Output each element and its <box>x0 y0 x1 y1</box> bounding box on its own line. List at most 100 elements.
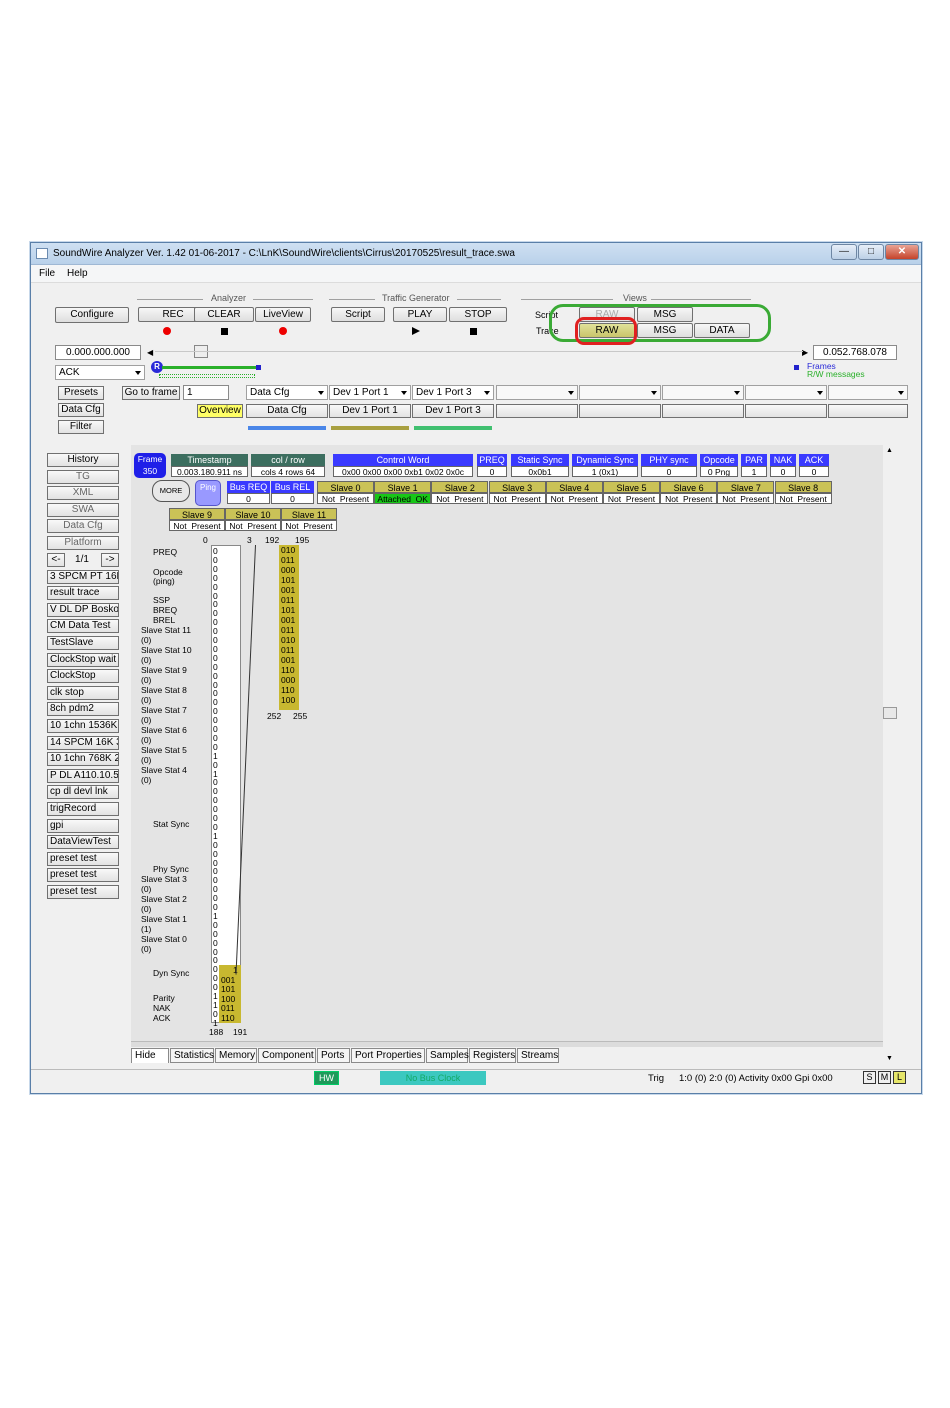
preset-list-item[interactable]: 10 1chn 768K 2 <box>47 752 119 767</box>
overview-tab[interactable]: Overview <box>197 404 243 418</box>
slave-header: Slave 8 <box>774 481 832 493</box>
preset-list-item[interactable]: P DL A110.10.5 <box>47 768 119 783</box>
script-button[interactable]: Script <box>331 307 385 322</box>
preset-list-item[interactable]: gpi <box>47 818 119 833</box>
frames-track <box>162 366 258 369</box>
frame-number-input[interactable]: 1 <box>183 385 229 400</box>
view-combo-4[interactable] <box>496 385 578 400</box>
view-combo-6[interactable] <box>662 385 744 400</box>
vertical-scrollbar[interactable]: ▲ ▼ <box>883 445 897 1065</box>
scroll-down-icon[interactable]: ▼ <box>886 1055 893 1062</box>
tab-samples[interactable]: Samples <box>426 1048 469 1063</box>
row-label: Phy Sync <box>153 864 189 874</box>
timeline-end-field[interactable]: 0.052.768.078 <box>813 345 897 360</box>
preset-list-item[interactable]: trigRecord <box>47 802 119 816</box>
preset-list-item[interactable]: ClockStop <box>47 669 119 684</box>
bit-cell: 110 <box>281 665 295 675</box>
maximize-button[interactable]: □ <box>858 244 884 260</box>
tab-registers[interactable]: Registers <box>469 1048 516 1063</box>
sidebar-item-xml[interactable]: XML <box>47 486 119 501</box>
preset-list-item[interactable]: 3 SPCM PT 16K <box>47 569 119 584</box>
preset-list-item[interactable]: TestSlave <box>47 636 119 650</box>
filter-button[interactable]: Filter <box>58 420 104 434</box>
timeline-right-arrow-icon[interactable]: ▶ <box>802 348 808 357</box>
preset-list-item[interactable]: result trace <box>47 586 119 601</box>
data-cfg-tab[interactable]: Data Cfg <box>246 404 328 418</box>
data-cfg-filter-button[interactable]: Data Cfg <box>58 403 104 417</box>
liveview-button[interactable]: LiveView <box>255 307 311 322</box>
view-combo-7[interactable] <box>745 385 827 400</box>
slave-header: Slave 9 <box>169 508 225 520</box>
tab-memory[interactable]: Memory <box>215 1048 257 1063</box>
menu-help[interactable]: Help <box>67 268 88 279</box>
preset-list-item[interactable]: V DL DP Bosko <box>47 602 119 617</box>
clear-indicator-icon <box>221 328 228 335</box>
preset-list-item[interactable]: 14 SPCM 16K 3 <box>47 735 119 750</box>
dev1-port3-tab-indicator <box>414 426 492 430</box>
preset-list-item[interactable]: clk stop <box>47 685 119 700</box>
timeline-start-field[interactable]: 0.000.000.000 <box>55 345 141 360</box>
view-combo-3[interactable]: Dev 1 Port 3 <box>412 385 494 400</box>
row-label: (0) <box>141 904 152 914</box>
preset-list-item[interactable]: preset test <box>47 885 119 899</box>
preset-list-item[interactable]: CM Data Test <box>47 619 119 634</box>
view-combo-5[interactable] <box>579 385 661 400</box>
tab-port-properties[interactable]: Port Properties <box>351 1048 425 1063</box>
more-button[interactable]: MORE <box>152 480 190 502</box>
stop-button[interactable]: STOP <box>449 307 507 322</box>
minimize-icon: — <box>839 246 849 257</box>
view-tab-7[interactable] <box>662 404 744 418</box>
dev1-port1-tab[interactable]: Dev 1 Port 1 <box>329 404 411 418</box>
scrollbar-thumb[interactable] <box>883 707 897 719</box>
clear-button[interactable]: CLEAR <box>194 307 254 322</box>
preset-list-item[interactable]: 10 1chn 1536K <box>47 719 119 733</box>
horizontal-scrollbar[interactable] <box>131 1041 883 1047</box>
play-button[interactable]: PLAY <box>393 307 447 322</box>
minimize-button[interactable]: — <box>831 244 857 260</box>
scroll-up-icon[interactable]: ▲ <box>886 447 893 454</box>
sidebar-item-data-cfg[interactable]: Data Cfg <box>47 519 119 534</box>
view-combo-1[interactable]: Data Cfg <box>246 385 328 400</box>
pager-next-button[interactable]: -> <box>101 552 119 567</box>
tab-hide[interactable]: Hide <box>131 1048 169 1063</box>
preset-list-item[interactable]: preset test <box>47 851 119 866</box>
dev1-port3-tab[interactable]: Dev 1 Port 3 <box>412 404 494 418</box>
trigger-combo[interactable]: ACK <box>55 365 145 380</box>
frame-label: Frame <box>137 454 163 464</box>
view-combo-8[interactable] <box>828 385 908 400</box>
title-bar[interactable]: SoundWire Analyzer Ver. 1.42 01-06-2017 … <box>31 243 921 265</box>
bit-cell: 101 <box>281 605 296 615</box>
menu-file[interactable]: File <box>39 268 55 279</box>
preset-list-item[interactable]: preset test <box>47 868 119 883</box>
tab-statistics[interactable]: Statistics <box>170 1048 214 1063</box>
presets-button[interactable]: Presets <box>58 386 104 400</box>
row-label: Slave Stat 8 <box>141 685 187 695</box>
tab-component[interactable]: Component <box>258 1048 316 1063</box>
view-tab-8[interactable] <box>745 404 827 418</box>
slave-header: Slave 6 <box>660 481 718 493</box>
view-tab-6[interactable] <box>579 404 661 418</box>
go-to-frame-button[interactable]: Go to frame <box>122 386 180 400</box>
preset-list-item[interactable]: 8ch pdm2 <box>47 702 119 717</box>
close-button[interactable]: ✕ <box>885 244 919 260</box>
row-label: Slave Stat 0 <box>141 934 187 944</box>
sidebar-item-swa[interactable]: SWA <box>47 502 119 517</box>
l-indicator[interactable]: L <box>893 1071 906 1084</box>
sidebar-item-history[interactable]: History <box>47 453 119 467</box>
s-indicator[interactable]: S <box>863 1071 876 1084</box>
header-value: 0 <box>641 466 697 477</box>
sidebar-item-platform[interactable]: Platform <box>47 536 119 550</box>
preset-list-item[interactable]: DataViewTest <box>47 835 119 850</box>
pager-prev-button[interactable]: <- <box>47 552 65 567</box>
preset-list-item[interactable]: cp dl devl lnk <box>47 785 119 800</box>
m-indicator[interactable]: M <box>878 1071 891 1084</box>
view-combo-2[interactable]: Dev 1 Port 1 <box>329 385 411 400</box>
view-tab-5[interactable] <box>496 404 578 418</box>
tab-streams[interactable]: Streams <box>517 1048 559 1063</box>
tab-ports[interactable]: Ports <box>317 1048 350 1063</box>
configure-button[interactable]: Configure <box>55 307 129 323</box>
sidebar-item-tg[interactable]: TG <box>47 469 119 484</box>
view-tab-9[interactable] <box>828 404 908 418</box>
preset-list-item[interactable]: ClockStop wait <box>47 652 119 667</box>
timeline-left-arrow-icon[interactable]: ◀ <box>147 348 153 357</box>
